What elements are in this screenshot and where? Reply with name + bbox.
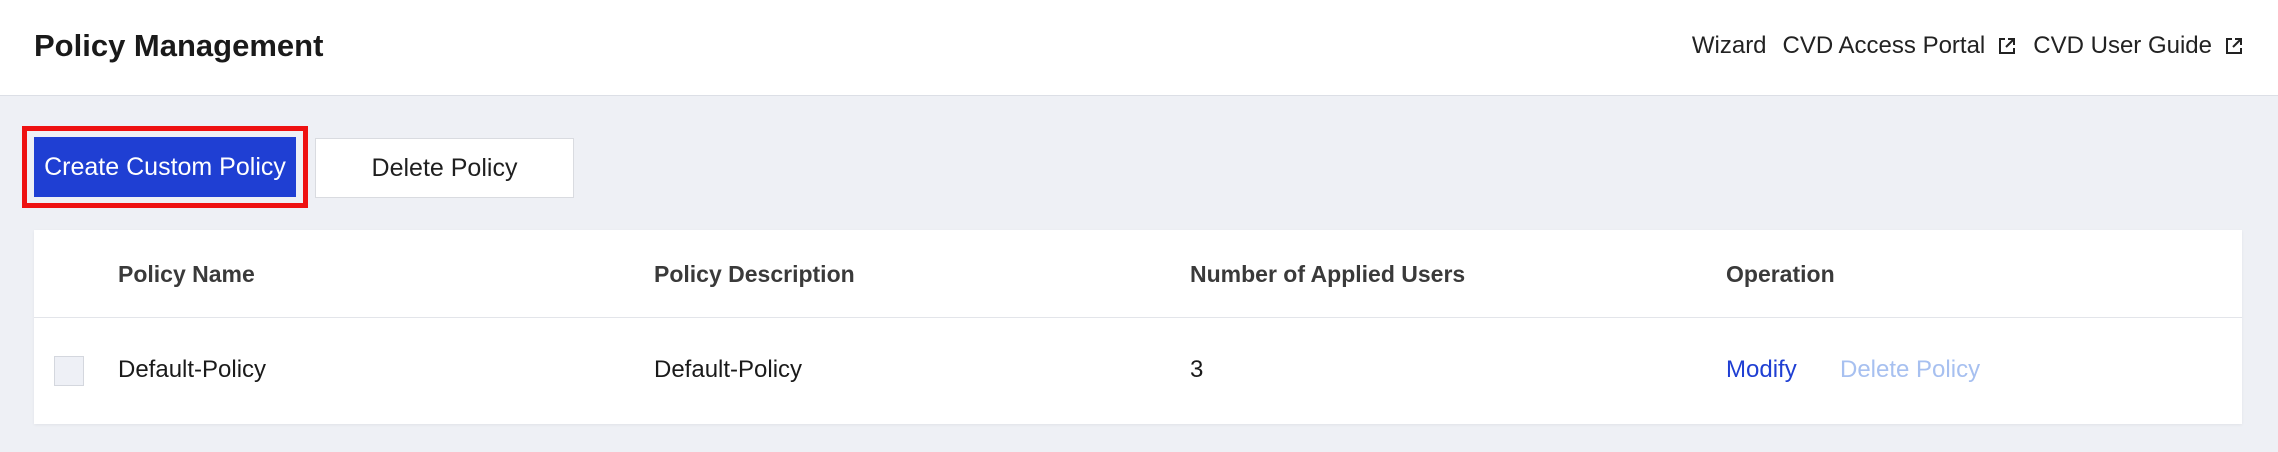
cvd-user-guide-link[interactable]: CVD User Guide [2033, 32, 2244, 60]
column-header-applied-users: Number of Applied Users [1190, 261, 1466, 287]
cell-applied-users: 3 [1190, 356, 1204, 383]
table-header: Policy Name Policy Description Number of… [34, 230, 2242, 318]
cvd-access-portal-link[interactable]: CVD Access Portal [1783, 32, 2018, 60]
row-delete-policy-link[interactable]: Delete Policy [1840, 354, 1980, 386]
create-custom-policy-button[interactable]: Create Custom Policy [34, 137, 296, 197]
row-checkbox[interactable] [54, 356, 84, 386]
modify-link[interactable]: Modify [1726, 354, 1797, 386]
cvd-access-portal-label: CVD Access Portal [1782, 32, 1986, 59]
policy-table: Policy Name Policy Description Number of… [34, 230, 2242, 424]
header-links: Wizard CVD Access Portal CVD User Guide [1676, 28, 2244, 64]
column-header-policy-name: Policy Name [118, 261, 255, 287]
column-header-policy-description: Policy Description [654, 261, 855, 287]
cvd-user-guide-label: CVD User Guide [2033, 32, 2212, 59]
delete-policy-button[interactable]: Delete Policy [315, 138, 574, 198]
page-header: Policy Management Wizard CVD Access Port… [0, 0, 2278, 96]
cell-policy-name: Default-Policy [118, 356, 267, 383]
wizard-link-label: Wizard [1691, 32, 1767, 59]
external-link-icon [1997, 36, 2017, 56]
page-title: Policy Management [34, 28, 324, 63]
table-row: Default-Policy Default-Policy 3 Modify D… [34, 318, 2242, 424]
wizard-link[interactable]: Wizard [1692, 32, 1767, 60]
cell-policy-description: Default-Policy [654, 356, 803, 383]
column-header-operation: Operation [1726, 261, 1835, 287]
external-link-icon [2224, 36, 2244, 56]
highlight-box: Create Custom Policy [22, 126, 308, 208]
